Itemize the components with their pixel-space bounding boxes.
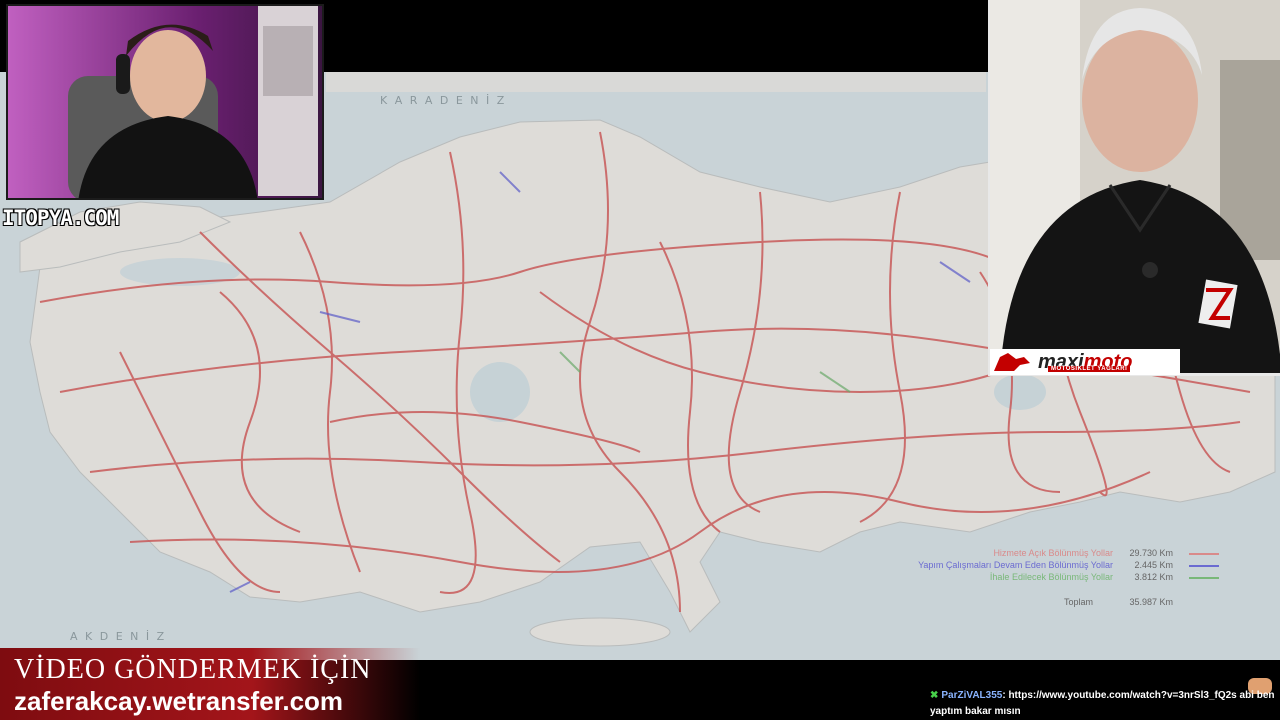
lake-van bbox=[994, 374, 1046, 410]
legend-total: Toplam 35.987 Km bbox=[905, 597, 1225, 609]
legend-row-tender: İhale Edilecek Bölünmüş Yollar 3.812 Km bbox=[905, 572, 1225, 584]
legend-row-construction: Yapım Çalışmaları Devam Eden Bölünmüş Yo… bbox=[905, 560, 1225, 572]
chat-badge-icon: ✖ bbox=[930, 690, 939, 701]
legend-label: Yapım Çalışmaları Devam Eden Bölünmüş Yo… bbox=[918, 560, 1113, 570]
sea-label-north: K A R A D E N İ Z bbox=[380, 94, 506, 107]
banner-url[interactable]: zaferakcay.wetransfer.com bbox=[14, 686, 343, 717]
cyprus bbox=[529, 617, 671, 647]
legend-swatch bbox=[1189, 565, 1219, 567]
horse-logo-icon bbox=[990, 349, 1038, 375]
sponsor-logo: ITOPYA.COM bbox=[2, 206, 119, 230]
marmara-sea bbox=[120, 258, 240, 286]
map-top-bar bbox=[326, 72, 986, 92]
streamer-webcam bbox=[6, 4, 324, 200]
legend-label: İhale Edilecek Bölünmüş Yollar bbox=[989, 572, 1113, 582]
legend-value: 29.730 Km bbox=[1129, 548, 1173, 558]
chat-username[interactable]: ParZiVAL355 bbox=[941, 690, 1002, 701]
legend-total-label: Toplam bbox=[1063, 597, 1093, 607]
legend-total-value: 35.987 Km bbox=[1129, 597, 1173, 607]
legend-value: 3.812 Km bbox=[1134, 572, 1173, 582]
guest-webcam bbox=[988, 0, 1280, 376]
legend-label: Hizmete Açık Bölünmüş Yollar bbox=[993, 548, 1113, 558]
legend-row-open: Hizmete Açık Bölünmüş Yollar 29.730 Km bbox=[905, 548, 1225, 560]
banner-title: VİDEO GÖNDERMEK İÇİN bbox=[14, 654, 372, 685]
lake-tuz bbox=[470, 362, 530, 422]
legend-swatch bbox=[1189, 553, 1219, 555]
chat-message: ✖ ParZiVAL355: https://www.youtube.com/wa… bbox=[930, 688, 1275, 720]
legend-swatch bbox=[1189, 577, 1219, 579]
map-legend: Hizmete Açık Bölünmüş Yollar 29.730 Km Y… bbox=[905, 548, 1225, 584]
sea-label-south: A K D E N İ Z bbox=[70, 630, 166, 643]
legend-value: 2.445 Km bbox=[1134, 560, 1173, 570]
brand-subtitle: MOTOSİKLET YAĞLARI bbox=[1048, 366, 1131, 372]
